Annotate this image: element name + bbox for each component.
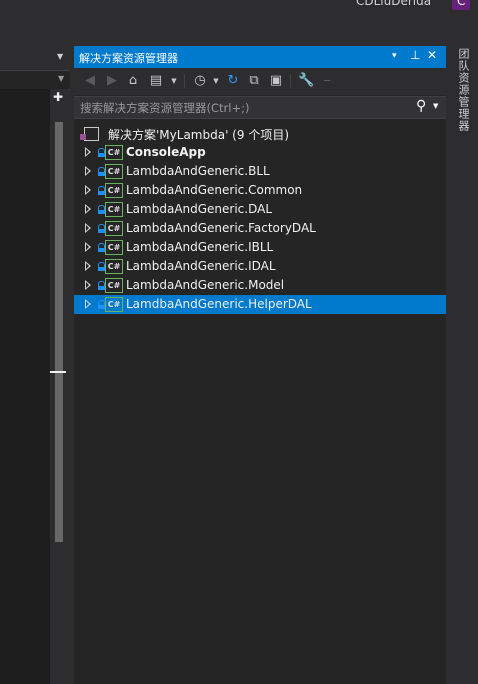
expand-arrow-icon[interactable]	[85, 185, 91, 195]
csharp-project-icon: C#	[105, 202, 123, 217]
source-control-lock-icon	[98, 281, 105, 290]
source-control-lock-icon	[98, 167, 105, 176]
project-label: LambdaAndGeneric.IBLL	[126, 240, 274, 254]
source-control-lock-icon	[98, 243, 105, 252]
source-control-lock-icon	[98, 300, 105, 309]
source-control-lock-icon	[98, 186, 105, 195]
title-bar: CDLiuDerida C	[0, 0, 478, 12]
search-icon[interactable]: ⚲	[416, 98, 426, 114]
project-node[interactable]: C# LambdaAndGeneric.IDAL	[74, 257, 446, 276]
solution-explorer-toolbar: ◀ ▶ ⌂ ▤ ▼ ◷ ▼ ↻ ⧉ ▣ 🔧 ⎯	[74, 68, 446, 95]
expand-arrow-icon[interactable]	[85, 147, 91, 157]
user-avatar[interactable]: C	[452, 0, 470, 10]
collapse-all-icon[interactable]: ⧉	[246, 73, 262, 89]
source-control-lock-icon	[98, 148, 105, 157]
tab-team-explorer[interactable]: 团队资源管理器	[455, 48, 471, 132]
csharp-project-icon: C#	[105, 240, 123, 255]
back-icon[interactable]: ◀	[82, 73, 98, 89]
project-node[interactable]: C# LamdbaAndGeneric.HelperDAL	[74, 295, 446, 314]
pin-icon[interactable]: ⊥	[410, 48, 420, 62]
project-node[interactable]: C# LambdaAndGeneric.IBLL	[74, 238, 446, 257]
preview-icon[interactable]: ⎯	[319, 73, 335, 89]
show-all-files-icon[interactable]: ▣	[268, 73, 284, 89]
properties-icon[interactable]: 🔧	[298, 73, 314, 89]
expand-arrow-icon[interactable]	[85, 223, 91, 233]
home-icon[interactable]: ⌂	[125, 73, 141, 89]
project-label: LambdaAndGeneric.DAL	[126, 202, 273, 216]
expand-arrow-icon[interactable]	[85, 166, 91, 176]
project-node[interactable]: C# LambdaAndGeneric.DAL	[74, 200, 446, 219]
nav-dropdown-icon[interactable]: ▼	[58, 74, 64, 83]
filter-dropdown-icon[interactable]: ▼	[212, 73, 220, 89]
navigation-bar[interactable]: ▼	[0, 70, 70, 90]
editor-vertical-scrollbar[interactable]: ✚	[50, 89, 68, 684]
expand-arrow-icon[interactable]	[85, 280, 91, 290]
user-avatar-initial: C	[457, 0, 466, 8]
refresh-icon[interactable]: ↻	[225, 73, 241, 89]
csharp-project-icon: C#	[105, 145, 123, 160]
caret-position-marker	[50, 371, 66, 373]
search-box[interactable]: 搜索解决方案资源管理器(Ctrl+;) ⚲ ▼	[74, 96, 446, 119]
csharp-project-icon: C#	[105, 183, 123, 198]
code-editor[interactable]	[0, 89, 50, 684]
window-position-dropdown-icon[interactable]: ▾	[392, 51, 397, 61]
solution-node[interactable]: 解决方案'MyLambda' (9 个项目)	[74, 124, 446, 143]
solution-explorer-panel: 解决方案资源管理器 ▾ ⊥ ✕ ◀ ▶ ⌂ ▤ ▼ ◷ ▼ ↻ ⧉ ▣ 🔧 ⎯ …	[74, 46, 446, 684]
expand-arrow-icon[interactable]	[85, 299, 91, 309]
project-label: LambdaAndGeneric.BLL	[126, 164, 270, 178]
search-placeholder: 搜索解决方案资源管理器(Ctrl+;)	[80, 101, 250, 115]
source-control-lock-icon	[98, 224, 105, 233]
solution-explorer-title-bar[interactable]: 解决方案资源管理器 ▾ ⊥ ✕	[74, 46, 446, 68]
search-options-dropdown-icon[interactable]: ▼	[433, 102, 438, 110]
project-label: LambdaAndGeneric.Model	[126, 278, 285, 292]
csharp-project-icon: C#	[105, 259, 123, 274]
switch-views-icon[interactable]: ▤	[148, 73, 164, 89]
project-label: LambdaAndGeneric.FactoryDAL	[126, 221, 316, 235]
solution-icon	[80, 127, 99, 141]
csharp-project-icon: C#	[105, 297, 123, 312]
forward-icon[interactable]: ▶	[104, 73, 120, 89]
splitter-icon[interactable]: ✚	[53, 90, 63, 104]
project-node[interactable]: C# LambdaAndGeneric.Model	[74, 276, 446, 295]
source-control-lock-icon	[98, 205, 105, 214]
toolbar-separator	[290, 74, 291, 88]
switch-views-dropdown-icon[interactable]: ▼	[170, 73, 178, 89]
project-label: LamdbaAndGeneric.HelperDAL	[126, 297, 312, 311]
pending-changes-filter-icon[interactable]: ◷	[192, 73, 208, 89]
scrollbar-thumb[interactable]	[55, 122, 63, 542]
csharp-project-icon: C#	[105, 221, 123, 236]
csharp-project-icon: C#	[105, 278, 123, 293]
project-node[interactable]: C# ConsoleApp	[74, 143, 446, 162]
toolbar-separator	[184, 74, 185, 88]
right-dock-tab-strip: 团队资源管理器	[446, 46, 478, 684]
project-node[interactable]: C# LambdaAndGeneric.Common	[74, 181, 446, 200]
user-name[interactable]: CDLiuDerida	[356, 0, 431, 8]
csharp-project-icon: C#	[105, 164, 123, 179]
project-label: ConsoleApp	[126, 145, 206, 159]
expand-arrow-icon[interactable]	[85, 261, 91, 271]
project-label: LambdaAndGeneric.Common	[126, 183, 303, 197]
expand-arrow-icon[interactable]	[85, 242, 91, 252]
close-icon[interactable]: ✕	[427, 48, 437, 62]
document-tab-well: ▼	[0, 48, 70, 68]
source-control-lock-icon	[98, 262, 105, 271]
solution-label: 解决方案'MyLambda' (9 个项目)	[108, 128, 289, 142]
expand-arrow-icon[interactable]	[85, 204, 91, 214]
project-node[interactable]: C# LambdaAndGeneric.BLL	[74, 162, 446, 181]
tab-dropdown-icon[interactable]: ▼	[57, 52, 63, 61]
project-label: LambdaAndGeneric.IDAL	[126, 259, 276, 273]
panel-title: 解决方案资源管理器	[79, 52, 178, 65]
project-node[interactable]: C# LambdaAndGeneric.FactoryDAL	[74, 219, 446, 238]
